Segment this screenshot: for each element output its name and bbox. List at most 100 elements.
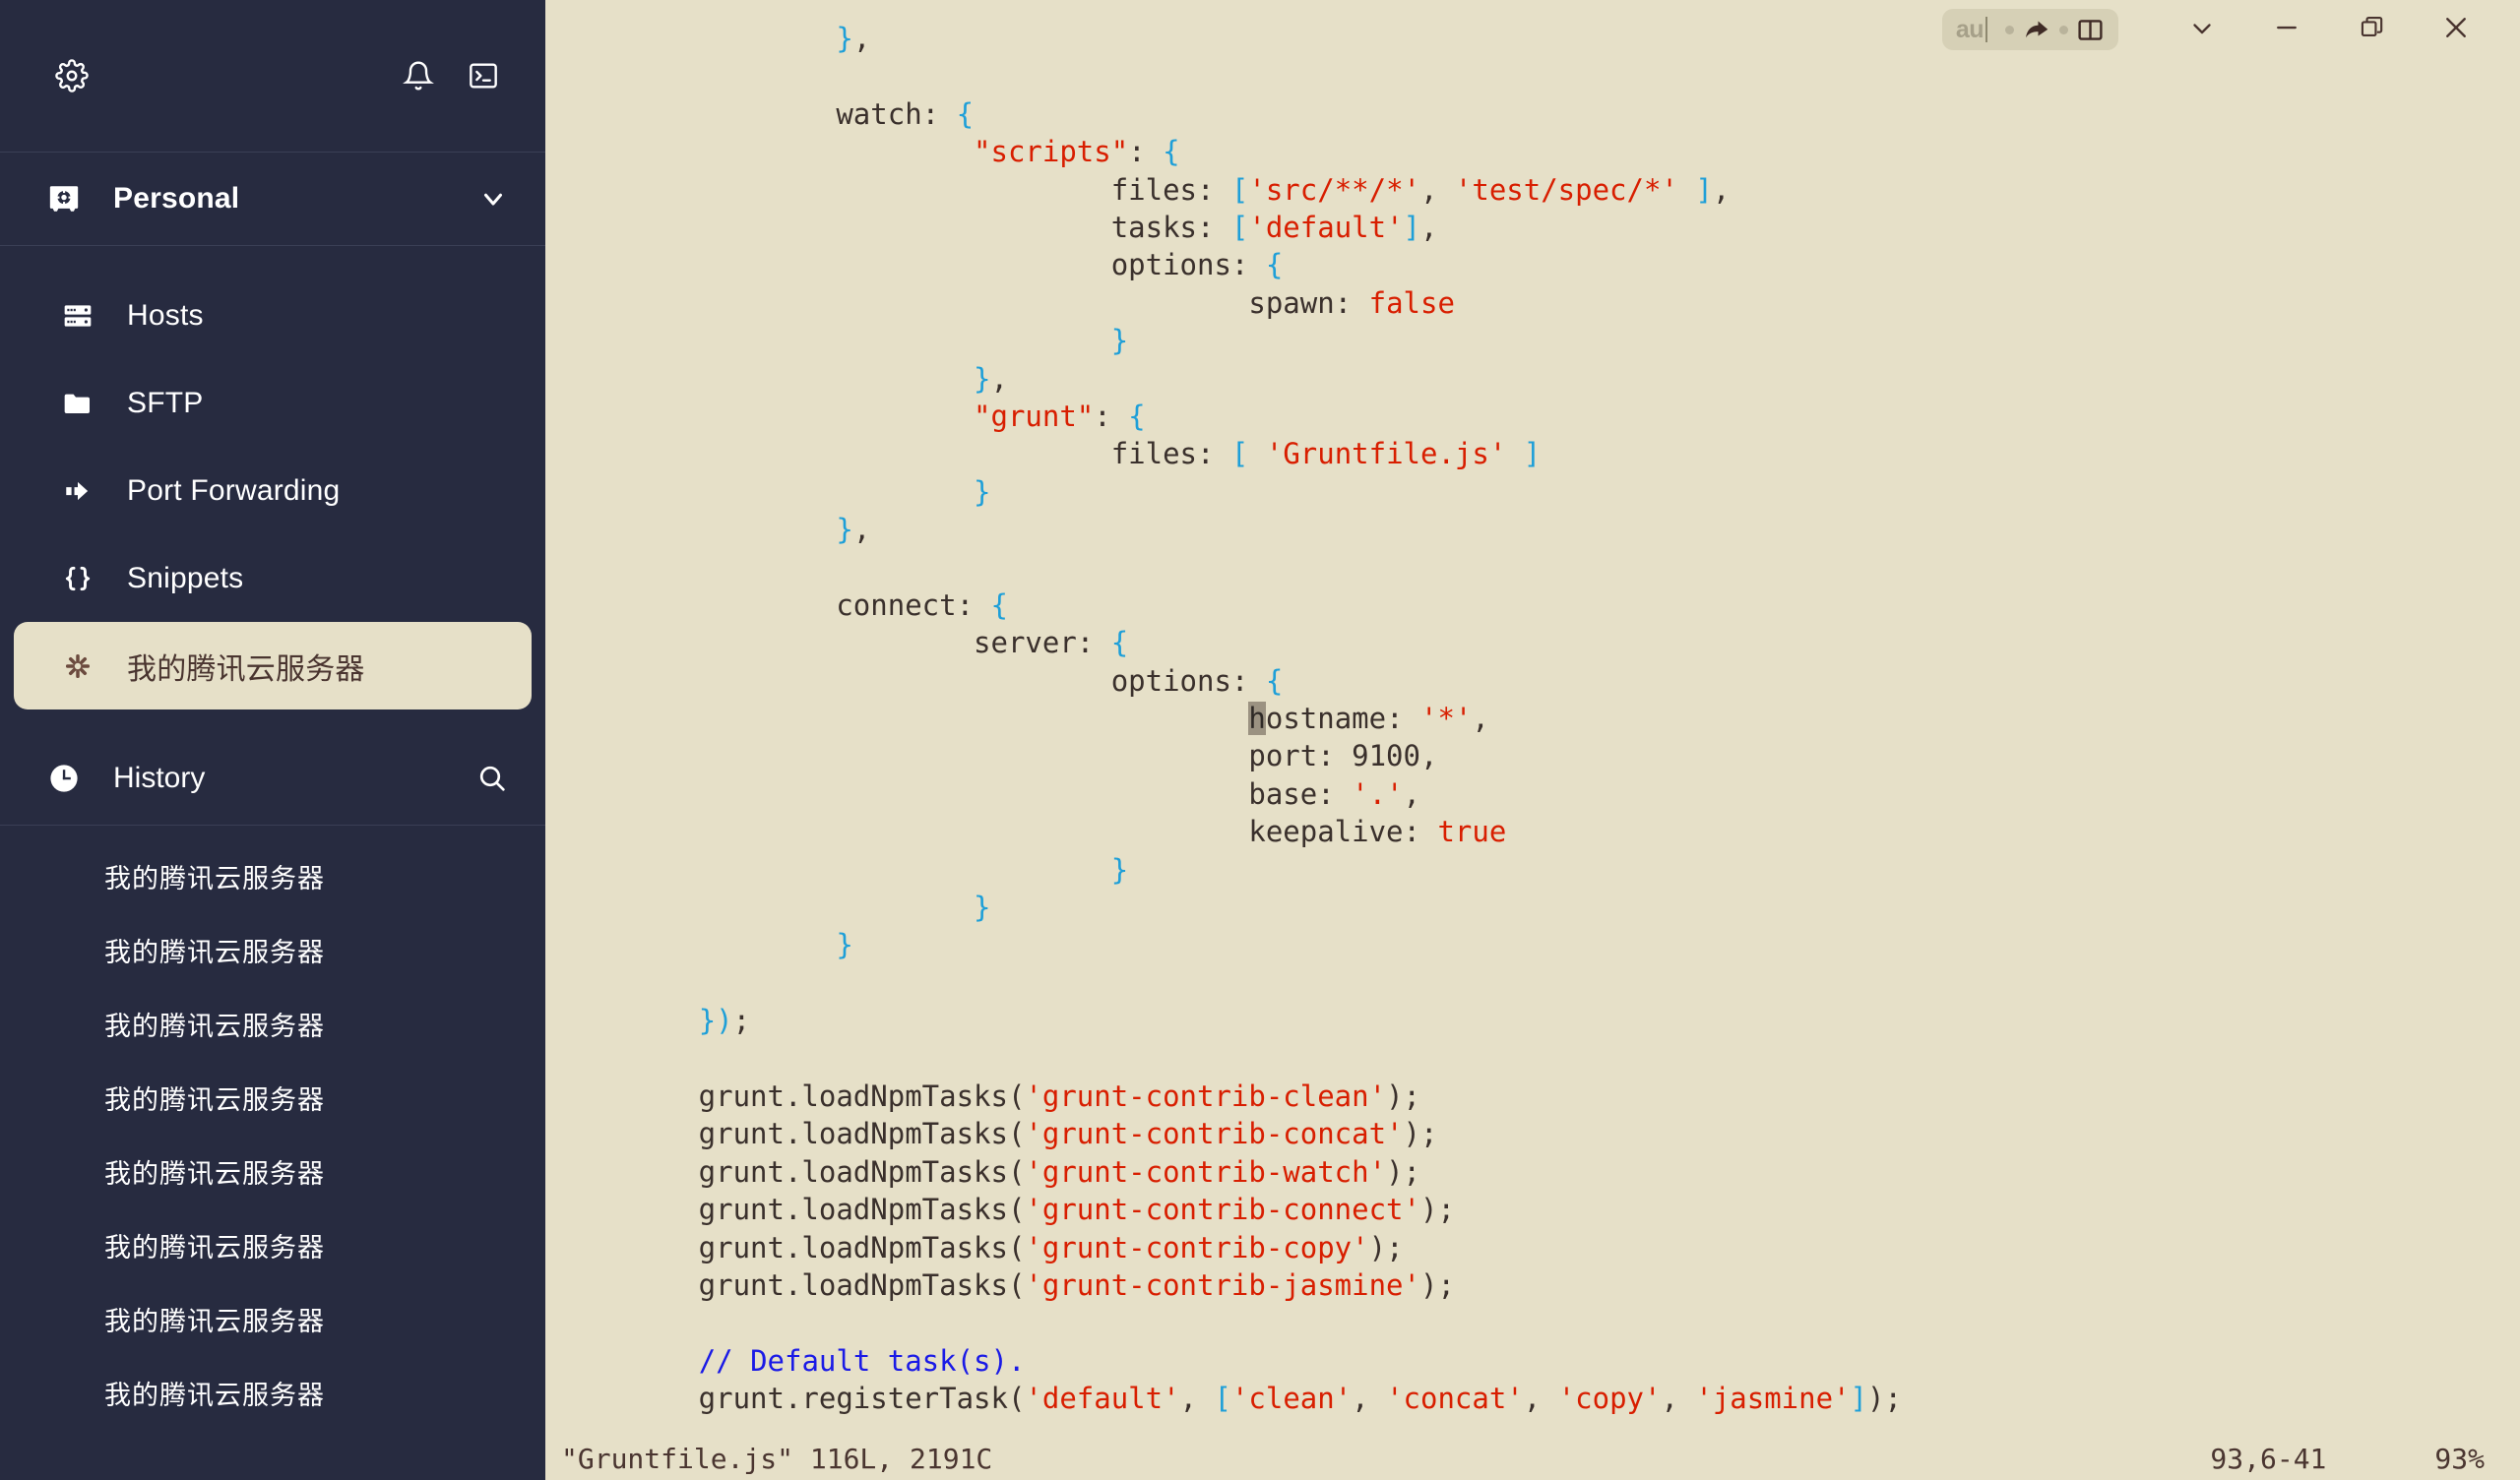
code-token: ); [1419,1267,1455,1302]
sidebar-item-sftp[interactable]: SFTP [14,359,532,447]
code-token: false [1368,285,1455,320]
sidebar-item-snippets[interactable]: Snippets [14,534,532,622]
code-token: "scripts" [974,135,1129,169]
list-item[interactable]: 我的腾讯云服务器 [0,987,545,1061]
text-caret [1985,17,1987,42]
asterisk-icon [59,648,96,685]
list-item[interactable]: 我的腾讯云服务器 [0,839,545,913]
minimize-button[interactable] [2244,0,2329,59]
code-token: { [1265,248,1284,282]
code-token: ); [1419,1193,1455,1227]
restore-button[interactable] [2329,0,2414,59]
history-header[interactable]: History [0,731,545,826]
code-token: { [1265,663,1284,698]
sidebar-item-my-tencent-cloud-server[interactable]: 我的腾讯云服务器 [14,622,532,709]
code-token: ] [1403,210,1420,244]
list-item[interactable]: 我的腾讯云服务器 [0,1061,545,1135]
history-list: 我的腾讯云服务器 我的腾讯云服务器 我的腾讯云服务器 我的腾讯云服务器 我的腾讯… [0,826,545,1430]
code-token: ; [732,1004,751,1038]
sidebar-item-port-forwarding[interactable]: Port Forwarding [14,447,532,534]
status-position: 93,6-41 [2210,1442,2327,1475]
restore-icon [2359,14,2385,45]
code-token: , [852,22,871,55]
app-root: Personal Hosts SFTP Port Forwarding Snip… [0,0,2520,1480]
close-icon [2441,13,2471,47]
terminal-line: // Default task(s). [561,1342,2520,1380]
code-token: options: [561,663,1266,698]
terminal-line: "grunt": { [561,398,2520,435]
terminal-line: } [561,926,2520,963]
bell-icon[interactable] [392,49,445,102]
folder-icon [59,385,96,422]
code-token: ); [1386,1154,1420,1189]
code-token: [ [1230,172,1249,207]
terminal-line: } [561,851,2520,889]
tab-pill[interactable]: au [1941,9,2118,50]
terminal-line: watch: { [561,95,2520,133]
list-item[interactable]: 我的腾讯云服务器 [0,1356,545,1430]
list-item[interactable]: 我的腾讯云服务器 [0,1135,545,1208]
history-item-label: 我的腾讯云服务器 [104,938,325,967]
code-token: ); [1368,1230,1404,1264]
braces-icon [59,560,96,597]
status-file: "Gruntfile.js" 116L, 2191C [561,1442,993,1475]
code-token: h [1248,702,1266,736]
search-icon[interactable] [476,763,508,794]
gear-icon[interactable] [45,49,98,102]
terminal-line: options: { [561,662,2520,700]
list-item[interactable]: 我的腾讯云服务器 [0,913,545,987]
code-token: 'grunt-contrib-clean' [1025,1079,1387,1113]
code-token: } [836,928,853,962]
status-percent: 93% [2434,1442,2485,1475]
server-icon [59,297,96,335]
code-token: ] [1695,172,1713,207]
terminal-pane[interactable]: au}, watch: {"scripts": {files: ['src… [545,0,2520,1480]
terminal-output[interactable]: }, watch: { "scripts": { files: ['src/**… [545,0,2520,1437]
list-item[interactable]: 我的腾讯云服务器 [0,1282,545,1356]
terminal-icon[interactable] [457,49,510,102]
code-token: files: [561,437,1231,471]
vault-selector[interactable]: Personal [0,153,545,246]
sidebar-item-hosts[interactable]: Hosts [14,272,532,359]
terminal-line: options: { [561,246,2520,283]
code-token: 'Gruntfile.js' [1265,437,1507,471]
code-token: , [1179,1382,1215,1416]
code-token: ); [1403,1117,1438,1151]
code-token: } [974,361,991,396]
chevron-down-button[interactable] [2160,0,2244,59]
terminal-line: }, [561,360,2520,398]
code-token: } [974,474,991,509]
code-token: spawn: [561,285,1369,320]
history-item-label: 我的腾讯云服务器 [104,1085,325,1115]
code-token: } [974,890,991,924]
code-token: ); [1386,1079,1420,1113]
terminal-line: base: '.', [561,775,2520,813]
separator-dot [2005,25,2014,34]
share-arrow-icon[interactable] [2022,15,2051,44]
terminal-line: hostname: '*', [561,700,2520,737]
chevron-down-icon[interactable] [478,184,508,214]
code-token: grunt.loadNpmTasks( [561,1154,1026,1189]
code-token: 'grunt-contrib-copy' [1025,1230,1369,1264]
code-token: connect: [561,587,991,622]
split-pane-icon[interactable] [2076,16,2105,44]
code-token: 'test/spec/*' [1454,172,1678,207]
close-button[interactable] [2414,0,2498,59]
code-token: 'copy' [1557,1382,1662,1416]
code-token: 'jasmine' [1695,1382,1851,1416]
code-token: grunt.registerTask( [561,1382,1026,1416]
list-item[interactable]: 我的腾讯云服务器 [0,1208,545,1282]
code-token: 'grunt-contrib-watch' [1025,1154,1387,1189]
code-token: { [990,587,1008,622]
minimize-icon [2272,13,2301,47]
window-controls-bar: au [1941,0,2520,59]
terminal-line: spawn: false [561,284,2520,322]
code-token: grunt.loadNpmTasks( [561,1117,1026,1151]
history-item-label: 我的腾讯云服务器 [104,1159,325,1189]
code-token: } [1110,324,1129,358]
